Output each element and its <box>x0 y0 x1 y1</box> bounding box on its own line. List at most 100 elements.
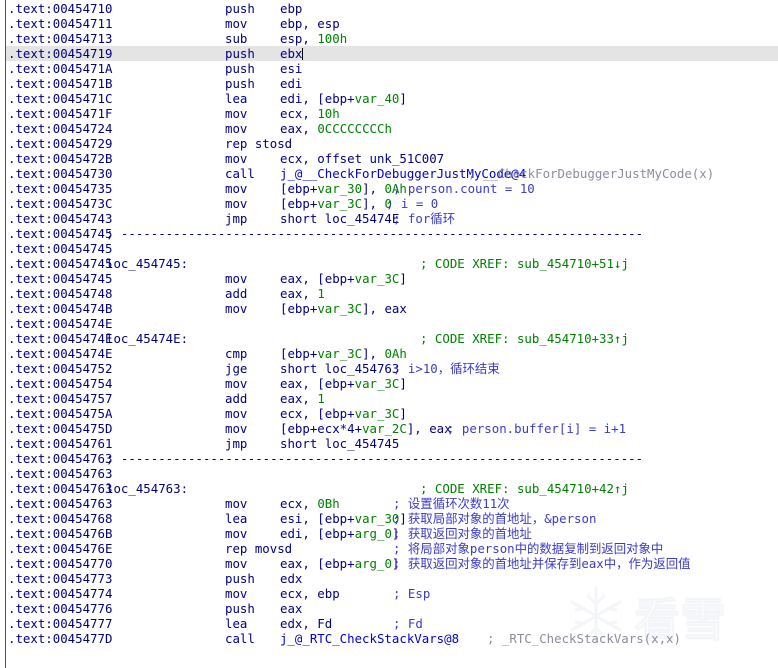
disassembly-line[interactable]: .text:0045476B mov edi, [ebp+arg_0]; 获取返回对… <box>0 526 778 541</box>
disassembly-line[interactable]: .text:00454757 add eax, 1 <box>0 391 778 406</box>
operand-token: ] <box>399 376 407 391</box>
instruction-operands[interactable]: short loc_454763 <box>280 361 399 376</box>
disassembly-line[interactable]: .text:0045471F mov ecx, 10h <box>0 106 778 121</box>
disassembly-line[interactable]: .text:00454761 jmp short loc_454745 <box>0 436 778 451</box>
disassembly-line[interactable]: .text:00454710 push ebp <box>0 1 778 16</box>
disassembly-line[interactable]: .text:0045471C lea edi, [ebp+var_40] <box>0 91 778 106</box>
disassembly-line[interactable]: .text:0045472B mov ecx, offset unk_51C007 <box>0 151 778 166</box>
instruction-operands[interactable]: esp, 100h <box>280 31 347 46</box>
instruction-operands[interactable]: edi, [ebp+var_40] <box>280 91 407 106</box>
disassembly-line[interactable]: .text:00454777 lea edx, Fd ; Fd <box>0 616 778 631</box>
operand-token: [ebp+ <box>280 301 318 316</box>
disassembly-line[interactable]: .text:00454711 mov ebp, esp <box>0 16 778 31</box>
instruction-operands[interactable]: eax, 0CCCCCCCCh <box>280 121 392 136</box>
instruction-operands[interactable]: eax <box>280 601 302 616</box>
disassembly-line[interactable]: .text:0045477D call j_@_RTC_CheckStackVars… <box>0 631 778 646</box>
instruction-operands[interactable]: ecx, 10h <box>280 106 340 121</box>
disassembly-line[interactable]: .text:00454735 mov [ebp+var_30], 0Ah; pers… <box>0 181 778 196</box>
disassembly-line[interactable]: .text:00454743 jmp short loc_45474E; for循环 <box>0 211 778 226</box>
disassembly-line[interactable]: .text:0045474E cmp [ebp+var_3C], 0Ah <box>0 346 778 361</box>
instruction-operands[interactable]: ecx, [ebp+var_3C] <box>280 406 407 421</box>
instruction-operands[interactable]: eax, [ebp+var_3C] <box>280 376 407 391</box>
instruction-operands[interactable]: eax, [ebp+var_3C] <box>280 271 407 286</box>
disassembly-line[interactable]: .text:00454745 loc_454745: ; CODE XREF: su… <box>0 256 778 271</box>
disassembly-line[interactable]: .text:0045473C mov [ebp+var_3C], 0; i = 0 <box>0 196 778 211</box>
operand-token[interactable]: arg_0 <box>355 526 392 541</box>
disassembly-line[interactable]: .text:00454730 call j_@__CheckForDebuggerJ… <box>0 166 778 181</box>
operand-token[interactable]: var_30 <box>317 181 362 196</box>
disassembly-line[interactable]: .text:0045474B mov [ebp+var_3C], eax <box>0 301 778 316</box>
disassembly-line[interactable]: .text:00454724 mov eax, 0CCCCCCCCh <box>0 121 778 136</box>
disassembly-line[interactable]: .text:00454776 push eax <box>0 601 778 616</box>
instruction-operands[interactable]: j_@_RTC_CheckStackVars@8 <box>280 631 459 646</box>
instruction-operands[interactable]: ecx, ebp <box>280 586 340 601</box>
disassembly-line[interactable]: .text:00454763 mov ecx, 0Bh ; 设置循环次数11次 <box>0 496 778 511</box>
instruction-mnemonic: mov <box>225 271 248 286</box>
disassembly-line[interactable]: .text:0045471B push edi <box>0 76 778 91</box>
code-label[interactable]: loc_454745: <box>106 256 188 271</box>
disassembly-line[interactable]: .text:0045474E loc_45474E: ; CODE XREF: su… <box>0 331 778 346</box>
disassembly-line[interactable]: .text:00454745 <box>0 241 778 256</box>
instruction-operands[interactable]: [ebp+var_3C], 0Ah <box>280 346 407 361</box>
instruction-operands[interactable]: ecx, offset unk_51C007 <box>280 151 444 166</box>
operand-token: eax, [ebp+ <box>280 556 355 571</box>
disassembly-line[interactable]: .text:00454748 add eax, 1 <box>0 286 778 301</box>
instruction-operands[interactable]: eax, 1 <box>280 286 325 301</box>
disassembly-line[interactable]: .text:00454729 rep stosd <box>0 136 778 151</box>
instruction-operands[interactable]: ebp <box>280 1 302 16</box>
instruction-operands[interactable]: [ebp+var_30], 0Ah <box>280 181 407 196</box>
line-address: .text:00454735 <box>8 181 113 196</box>
operand-token[interactable]: var_3C <box>355 271 400 286</box>
disassembly-line[interactable]: .text:00454773 push edx <box>0 571 778 586</box>
disassembly-line[interactable]: .text:0045471A push esi <box>0 61 778 76</box>
ida-disassembly-view[interactable]: .text:00454710 push ebp .text:00454711 mov eb… <box>0 0 778 668</box>
instruction-operands[interactable]: [ebp+var_3C], eax <box>280 301 407 316</box>
line-address: .text:0045471A <box>8 61 113 76</box>
operand-token[interactable]: var_3C <box>355 406 400 421</box>
disassembly-line[interactable]: .text:00454745; ------------------------… <box>0 226 778 241</box>
instruction-mnemonic: mov <box>225 301 248 316</box>
operand-token[interactable]: var_3C <box>355 376 400 391</box>
instruction-operands[interactable]: edi, [ebp+arg_0] <box>280 526 399 541</box>
disassembly-line[interactable]: .text:00454763 loc_454763: ; CODE XREF: su… <box>0 481 778 496</box>
instruction-operands[interactable]: esi, [ebp+var_30] <box>280 511 407 526</box>
instruction-operands[interactable]: [ebp+ecx*4+var_2C], eax <box>280 421 452 436</box>
code-label[interactable]: loc_45474E: <box>106 331 188 346</box>
disassembly-line[interactable]: .text:00454719 push ebx <box>0 46 778 61</box>
instruction-operands[interactable]: short loc_45474E <box>280 211 399 226</box>
operand-token[interactable]: var_2C <box>362 421 407 436</box>
instruction-operands[interactable]: short loc_454745 <box>280 436 399 451</box>
instruction-operands[interactable]: edx <box>280 571 302 586</box>
disassembly-line[interactable]: .text:00454754 mov eax, [ebp+var_3C] <box>0 376 778 391</box>
disassembly-line[interactable]: .text:00454763 <box>0 466 778 481</box>
instruction-operands[interactable]: edi <box>280 76 302 91</box>
instruction-operands[interactable]: ebx <box>280 46 304 61</box>
instruction-operands[interactable]: ebp, esp <box>280 16 340 31</box>
instruction-operands[interactable]: ecx, 0Bh <box>280 496 340 511</box>
operand-token[interactable]: j_@_RTC_CheckStackVars@8 <box>280 631 459 646</box>
disassembly-line[interactable]: .text:00454770 mov eax, [ebp+arg_0]; 获取返回对… <box>0 556 778 571</box>
disassembly-line[interactable]: .text:00454713 sub esp, 100h <box>0 31 778 46</box>
instruction-operands[interactable]: edx, Fd <box>280 616 332 631</box>
disassembly-line[interactable]: .text:00454745 mov eax, [ebp+var_3C] <box>0 271 778 286</box>
operand-token[interactable]: var_3C <box>317 196 362 211</box>
disassembly-line[interactable]: .text:0045476E rep movsd ; 将局部对象person中的数据… <box>0 541 778 556</box>
disassembly-line[interactable]: .text:00454752 jge short loc_454763; i>10，… <box>0 361 778 376</box>
disassembly-line-list[interactable]: .text:00454710 push ebp .text:00454711 mov eb… <box>0 0 778 646</box>
instruction-operands[interactable]: eax, [ebp+arg_0] <box>280 556 399 571</box>
disassembly-line[interactable]: .text:00454774 mov ecx, ebp ; Esp <box>0 586 778 601</box>
code-label[interactable]: loc_454763: <box>106 481 188 496</box>
line-address: .text:00454729 <box>8 136 113 151</box>
disassembly-line[interactable]: .text:00454768 lea esi, [ebp+var_30]; 获取局部… <box>0 511 778 526</box>
operand-token[interactable]: var_3C <box>317 301 362 316</box>
disassembly-line[interactable]: .text:0045475A mov ecx, [ebp+var_3C] <box>0 406 778 421</box>
disassembly-line[interactable]: .text:0045474E <box>0 316 778 331</box>
operand-token[interactable]: var_40 <box>355 91 400 106</box>
operand-token[interactable]: var_3C <box>317 346 362 361</box>
instruction-operands[interactable]: eax, 1 <box>280 391 325 406</box>
instruction-operands[interactable]: [ebp+var_3C], 0 <box>280 196 392 211</box>
operand-token[interactable]: arg_0 <box>355 556 392 571</box>
disassembly-line[interactable]: .text:0045475D mov [ebp+ecx*4+var_2C], eax… <box>0 421 778 436</box>
instruction-operands[interactable]: esi <box>280 61 302 76</box>
disassembly-line[interactable]: .text:00454763; ------------------------… <box>0 451 778 466</box>
